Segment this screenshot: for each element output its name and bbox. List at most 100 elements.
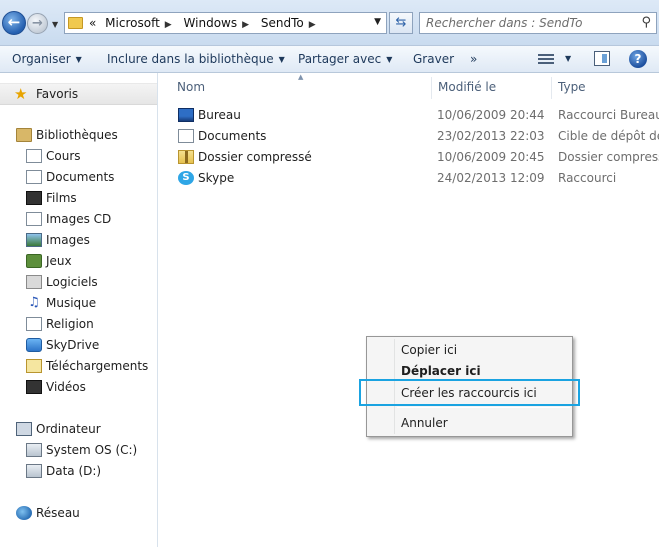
address-field[interactable]: « Microsoft ▶ Windows ▶ SendTo ▶ ▼ xyxy=(64,12,387,34)
view-options-icon[interactable] xyxy=(538,52,554,66)
file-date: 10/06/2009 20:44 xyxy=(437,108,545,122)
file-type: Raccourci xyxy=(558,171,617,185)
command-bar: Organiser ▼ Inclure dans la bibliothèque ▼… xyxy=(0,46,659,73)
file-name: Bureau xyxy=(198,108,241,122)
nav-library-item[interactable]: SkyDrive xyxy=(26,335,156,355)
file-type: Raccourci Bureau xyxy=(558,108,659,122)
nav-library-item[interactable]: Cours xyxy=(26,146,156,166)
menu-move-here[interactable]: Déplacer ici xyxy=(401,364,481,378)
include-library-button[interactable]: Inclure dans la bibliothèque ▼ xyxy=(107,52,285,66)
help-icon[interactable]: ? xyxy=(629,50,647,68)
nav-library-item[interactable]: ♫ Musique xyxy=(26,293,156,313)
skype-icon: S xyxy=(178,171,194,185)
recent-pages-dropdown[interactable]: ▼ xyxy=(52,20,58,29)
nav-library-item[interactable]: Documents xyxy=(26,167,156,187)
breadcrumb: « Microsoft ▶ Windows ▶ SendTo ▶ xyxy=(89,16,324,30)
share-button[interactable]: Partager avec ▼ xyxy=(298,52,392,66)
breadcrumb-sendto[interactable]: SendTo xyxy=(261,16,304,30)
library-icon xyxy=(16,128,32,142)
nav-library-item[interactable]: Images CD xyxy=(26,209,156,229)
nav-library-item[interactable]: Religion xyxy=(26,314,156,334)
burn-button[interactable]: Graver xyxy=(413,52,454,66)
nav-library-item-label: Logiciels xyxy=(46,275,98,289)
breadcrumb-overflow[interactable]: « xyxy=(89,16,96,30)
search-field[interactable]: ⚲ xyxy=(419,12,657,34)
nav-drive[interactable]: System OS (C:) xyxy=(26,440,156,460)
column-divider[interactable] xyxy=(431,77,432,99)
zip-folder-icon xyxy=(178,150,194,164)
file-date: 23/02/2013 22:03 xyxy=(437,129,545,143)
file-name: Skype xyxy=(198,171,235,185)
burn-label: Graver xyxy=(413,52,455,66)
drive-icon xyxy=(26,464,42,478)
file-row-bureau[interactable]: Bureau 10/06/2009 20:44 Raccourci Bureau xyxy=(176,105,659,126)
nav-libraries[interactable]: Bibliothèques xyxy=(16,125,156,145)
preview-pane-icon[interactable] xyxy=(594,51,610,66)
more-commands-button[interactable]: » xyxy=(470,52,477,66)
nav-computer[interactable]: Ordinateur xyxy=(16,419,156,439)
library-doc-icon xyxy=(26,149,42,163)
column-header-type[interactable]: Type xyxy=(558,80,586,94)
column-header-modified[interactable]: Modifié le xyxy=(438,80,496,94)
nav-computer-label: Ordinateur xyxy=(36,422,101,436)
breadcrumb-separator-icon[interactable]: ▶ xyxy=(309,20,316,30)
video-icon xyxy=(26,380,42,394)
breadcrumb-windows[interactable]: Windows xyxy=(184,16,238,30)
address-dropdown-icon[interactable]: ▼ xyxy=(374,17,381,27)
nav-network[interactable]: Réseau xyxy=(16,503,156,523)
menu-copy-here[interactable]: Copier ici xyxy=(401,343,457,357)
chevron-down-icon: ▼ xyxy=(75,55,82,64)
nav-library-item[interactable]: Jeux xyxy=(26,251,156,271)
nav-library-item-label: Images CD xyxy=(46,212,112,226)
menu-cancel[interactable]: Annuler xyxy=(401,416,448,430)
music-icon: ♫ xyxy=(26,296,42,310)
refresh-button[interactable]: ⇆ xyxy=(389,12,413,34)
chevron-down-icon: ▼ xyxy=(278,55,285,64)
library-doc-icon xyxy=(26,317,42,331)
chevron-down-icon: ▼ xyxy=(386,55,393,64)
chevron-down-icon[interactable]: ▼ xyxy=(565,54,571,63)
nav-library-item-label: Jeux xyxy=(46,254,72,268)
file-row-skype[interactable]: S Skype 24/02/2013 12:09 Raccourci xyxy=(176,168,659,189)
search-input[interactable] xyxy=(426,16,626,30)
share-label: Partager avec xyxy=(298,52,382,66)
nav-library-item[interactable]: Vidéos xyxy=(26,377,156,397)
breadcrumb-separator-icon[interactable]: ▶ xyxy=(242,20,249,30)
library-doc-icon xyxy=(26,212,42,226)
nav-libraries-label: Bibliothèques xyxy=(36,128,118,142)
sort-arrow-icon: ▲ xyxy=(298,73,304,81)
search-icon[interactable]: ⚲ xyxy=(641,15,651,30)
address-bar: ← → ▼ « Microsoft ▶ Windows ▶ SendTo ▶ ▼ ⇆ … xyxy=(0,0,659,46)
file-name: Documents xyxy=(198,129,267,143)
nav-library-item-label: Musique xyxy=(46,296,97,310)
download-icon xyxy=(26,359,42,373)
breadcrumb-separator-icon[interactable]: ▶ xyxy=(165,20,172,30)
nav-favorites[interactable]: ★ Favoris xyxy=(0,83,157,105)
nav-library-item-label: Images xyxy=(46,233,90,247)
organise-button[interactable]: Organiser ▼ xyxy=(12,52,82,66)
nav-library-item[interactable]: Images xyxy=(26,230,156,250)
skydrive-icon xyxy=(26,338,42,352)
nav-library-item[interactable]: Téléchargements xyxy=(26,356,156,376)
highlight-box xyxy=(359,379,580,406)
navigation-pane: ★ Favoris Bibliothèques Cours Documents … xyxy=(0,73,158,547)
nav-library-item[interactable]: Films xyxy=(26,188,156,208)
nav-network-label: Réseau xyxy=(36,506,80,520)
file-row-documents[interactable]: Documents 23/02/2013 22:03 Cible de dépô… xyxy=(176,126,659,147)
breadcrumb-microsoft[interactable]: Microsoft xyxy=(105,16,160,30)
nav-drive[interactable]: Data (D:) xyxy=(26,461,156,481)
drive-icon xyxy=(26,443,42,457)
desktop-icon xyxy=(178,108,194,122)
column-divider[interactable] xyxy=(551,77,552,99)
forward-button[interactable]: → xyxy=(27,13,48,34)
column-header-name[interactable]: Nom xyxy=(177,80,205,94)
game-icon xyxy=(26,254,42,268)
organise-label: Organiser xyxy=(12,52,71,66)
file-type: Dossier compressé xyxy=(558,150,659,164)
back-button[interactable]: ← xyxy=(2,11,26,35)
nav-library-item[interactable]: Logiciels xyxy=(26,272,156,292)
file-type: Cible de dépôt de M xyxy=(558,129,659,143)
file-row-zip[interactable]: Dossier compressé 10/06/2009 20:45 Dossi… xyxy=(176,147,659,168)
picture-icon xyxy=(26,233,42,247)
folder-icon xyxy=(68,17,83,29)
